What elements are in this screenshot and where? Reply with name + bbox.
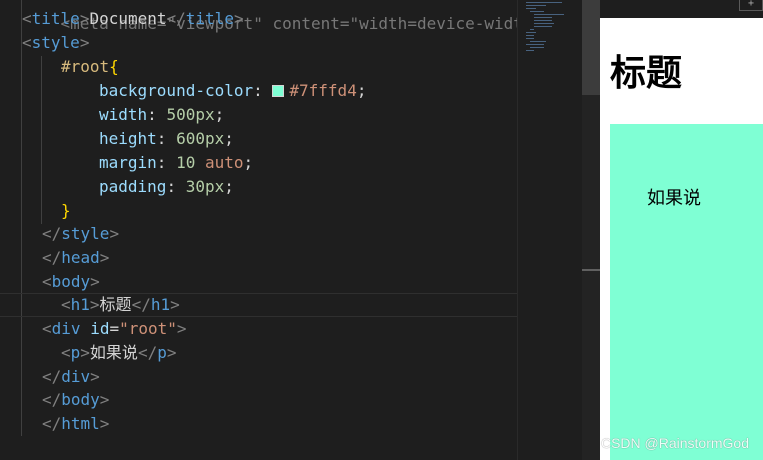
code-line[interactable]: <title>Document</title> [22,7,244,31]
code-line[interactable]: width: 500px; [99,103,224,127]
code-line[interactable]: padding: 30px; [99,175,234,199]
code-editor[interactable]: <meta name="viewport" content="width=dev… [0,0,517,460]
preview-toolbar: + [600,0,763,18]
color-swatch-icon[interactable] [272,85,285,97]
browser-preview: + 标题 如果说 [600,0,763,460]
code-line[interactable]: <body> [42,270,100,294]
root-div: 如果说 [610,124,763,460]
code-line[interactable]: margin: 10 auto; [99,151,253,175]
code-line[interactable]: </html> [42,412,109,436]
code-line[interactable]: <h1>标题</h1> [61,293,180,317]
code-line[interactable]: #root{ [61,55,119,79]
minimap[interactable] [517,0,582,460]
scrollbar-marker [582,269,600,271]
watermark: CSDN @RainstormGod [600,435,749,451]
code-line[interactable]: <div id="root"> [42,317,187,341]
scrollbar-thumb[interactable] [582,0,600,95]
indent-guide [41,56,42,224]
code-line[interactable]: } [61,199,71,223]
preview-heading: 标题 [610,52,683,93]
code-line[interactable]: </head> [42,246,109,270]
code-line[interactable]: </body> [42,388,109,412]
preview-paragraph: 如果说 [647,188,701,208]
code-line[interactable]: <p>如果说</p> [61,341,176,365]
vertical-scrollbar[interactable] [582,0,600,460]
code-line[interactable]: <style> [22,31,89,55]
code-line[interactable]: background-color: #7fffd4; [99,79,366,103]
plus-icon[interactable]: + [739,0,763,11]
code-line[interactable]: </div> [42,365,100,389]
code-line[interactable]: </style> [42,222,119,246]
code-line[interactable]: height: 600px; [99,127,234,151]
indent-guide [21,0,22,436]
